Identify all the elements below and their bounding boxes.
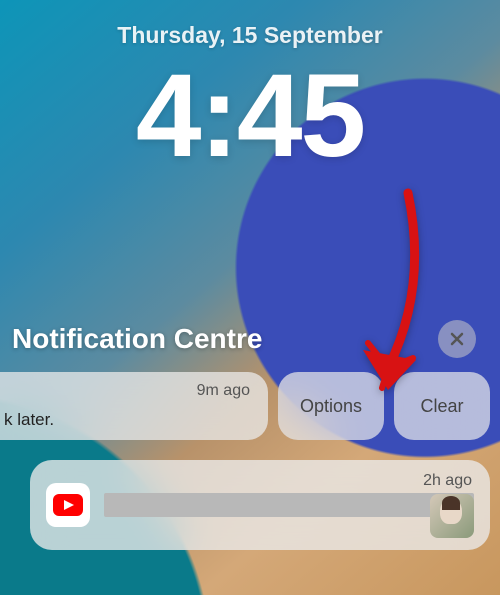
options-button[interactable]: Options xyxy=(278,372,384,440)
lockscreen-date: Thursday, 15 September xyxy=(0,0,500,49)
notification-timestamp: 2h ago xyxy=(423,472,472,490)
swiped-notification-row: 9m ago k later. Options Clear xyxy=(0,372,490,440)
clear-button[interactable]: Clear xyxy=(394,372,490,440)
notification-card[interactable]: 2h ago xyxy=(30,460,490,550)
notification-content-redacted xyxy=(104,493,474,517)
notification-centre-title: Notification Centre xyxy=(12,323,262,355)
notification-timestamp: 9m ago xyxy=(197,382,250,400)
notification-snippet: k later. xyxy=(4,410,54,430)
notification-centre-header: Notification Centre xyxy=(0,320,500,358)
close-button[interactable] xyxy=(438,320,476,358)
lockscreen-time: 4:45 xyxy=(0,57,500,175)
notification-thumbnail xyxy=(430,494,474,538)
close-icon xyxy=(449,331,465,347)
notification-card-swiped[interactable]: 9m ago k later. xyxy=(0,372,268,440)
youtube-app-icon xyxy=(46,483,90,527)
